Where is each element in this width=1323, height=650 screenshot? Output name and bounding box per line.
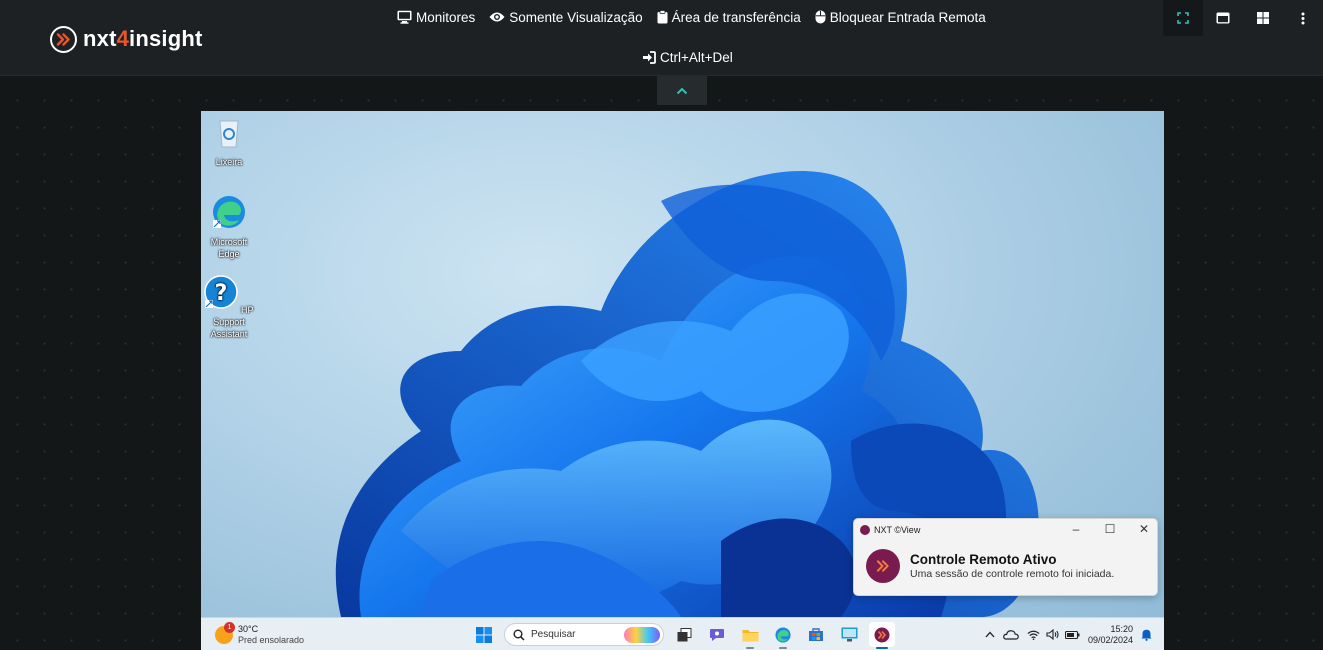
weather-temp: 30°C (238, 624, 259, 634)
chevron-up-icon[interactable] (985, 631, 995, 638)
collapse-toolbar-button[interactable] (657, 76, 707, 105)
view-only-label: Somente Visualização (509, 9, 643, 25)
desktop-icon-recycle-bin[interactable]: Lixeira (201, 115, 257, 168)
taskbar-remote-app[interactable] (836, 622, 862, 647)
clipboard-icon (657, 10, 668, 24)
start-button[interactable] (471, 622, 497, 647)
clock-date: 09/02/2024 (1087, 634, 1133, 645)
minimize-icon[interactable]: – (1069, 522, 1083, 536)
running-indicator (746, 647, 754, 649)
close-icon[interactable]: ✕ (1137, 522, 1151, 536)
windows-key-button[interactable] (1243, 0, 1283, 36)
search-icon (513, 629, 525, 641)
brand-name: nxt4insight (83, 26, 203, 51)
quick-settings-group[interactable] (1027, 629, 1080, 640)
weather-widget[interactable]: 1 30°C Pred ensolarado (215, 622, 305, 646)
sign-in-icon (643, 50, 656, 64)
toast-header: NXT ©View (860, 523, 920, 537)
windows-taskbar: 1 30°C Pred ensolarado Pesquisar 15:20 0… (201, 617, 1164, 650)
desktop-icon-label: Lixeira (215, 157, 243, 167)
block-remote-input-label: Bloquear Entrada Remota (829, 9, 986, 25)
desktop-icon-label: HP Support Assistant (210, 305, 254, 339)
remote-toolbar: nxt4insight Monitores Somente Visualizaç… (0, 0, 1323, 76)
windows-icon (1257, 12, 1269, 24)
logo-chevron-icon (50, 25, 77, 53)
taskbar-clock[interactable]: 15:20 09/02/2024 (1088, 624, 1133, 646)
clock-time: 15:20 (1110, 623, 1133, 634)
monitor-icon (397, 10, 412, 24)
mouse-icon (815, 10, 826, 24)
edge-icon (213, 196, 245, 228)
task-view-icon (677, 627, 691, 641)
notification-bell-icon[interactable] (1141, 629, 1152, 641)
fullscreen-button[interactable] (1163, 0, 1203, 36)
wifi-icon (1027, 630, 1040, 640)
fullscreen-icon (1177, 12, 1189, 24)
folder-icon (742, 629, 758, 641)
taskbar-nxt-view[interactable] (869, 622, 895, 649)
clipboard-button[interactable]: Área de transferência (657, 10, 801, 25)
taskbar-store[interactable] (803, 622, 829, 647)
toast-app-name: NXT ©View (874, 525, 921, 535)
search-highlight-art (624, 627, 660, 643)
sun-icon: 1 (215, 622, 235, 644)
onedrive-cloud-icon[interactable] (1003, 629, 1019, 640)
chevron-up-icon (676, 87, 688, 94)
taskbar-search[interactable]: Pesquisar (504, 623, 664, 646)
monitors-button[interactable]: Monitores (397, 10, 475, 25)
nxt-app-icon (860, 525, 870, 535)
weather-badge: 1 (224, 622, 235, 633)
desktop-icon-edge[interactable]: Microsoft Edge (201, 195, 257, 260)
running-indicator (779, 647, 787, 649)
ctrl-alt-del-label: Ctrl+Alt+Del (660, 49, 733, 65)
running-indicator (876, 647, 888, 649)
nxt-app-icon (874, 627, 890, 642)
search-placeholder: Pesquisar (531, 629, 576, 640)
taskbar-file-explorer[interactable] (737, 622, 763, 649)
maximize-icon[interactable]: ☐ (1103, 522, 1117, 536)
recycle-bin-icon (219, 120, 239, 148)
remote-desktop-view[interactable]: Lixeira Microsoft Edge ? HP Support Assi… (201, 111, 1164, 650)
desktop-icon-hp-support[interactable]: ? HP Support Assistant (201, 275, 257, 340)
block-remote-input-button[interactable]: Bloquear Entrada Remota (815, 10, 986, 25)
eye-icon (489, 12, 505, 22)
notification-toast[interactable]: NXT ©View – ☐ ✕ Controle Remoto Ativo Um… (853, 518, 1158, 596)
view-only-button[interactable]: Somente Visualização (489, 9, 643, 25)
taskbar-edge[interactable] (770, 622, 796, 649)
store-icon (809, 628, 823, 641)
more-options-button[interactable] (1283, 0, 1323, 36)
ctrl-alt-del-button[interactable]: Ctrl+Alt+Del (642, 50, 733, 65)
toast-message: Uma sessão de controle remoto foi inicia… (910, 568, 1115, 580)
remote-desktop-icon (841, 627, 857, 642)
window-icon (1216, 12, 1230, 24)
desktop-icon-label: Microsoft Edge (210, 237, 248, 259)
toast-title: Controle Remoto Ativo (910, 552, 1057, 567)
weather-condition: Pred ensolarado (238, 635, 305, 645)
battery-icon (1064, 630, 1080, 639)
window-mode-button[interactable] (1203, 0, 1243, 36)
nxt-logo-icon (866, 549, 900, 583)
brand-logo: nxt4insight (50, 25, 203, 53)
volume-icon (1046, 629, 1059, 640)
more-vertical-icon (1301, 12, 1305, 24)
svg-text:?: ? (215, 281, 228, 306)
monitors-label: Monitores (416, 9, 476, 25)
chat-icon (710, 629, 724, 641)
taskbar-task-view[interactable] (671, 622, 697, 647)
taskbar-chat[interactable] (704, 622, 730, 647)
clipboard-label: Área de transferência (671, 9, 801, 25)
windows-start-icon (476, 626, 492, 643)
edge-icon (775, 626, 791, 643)
help-question-icon: ? (204, 275, 239, 309)
